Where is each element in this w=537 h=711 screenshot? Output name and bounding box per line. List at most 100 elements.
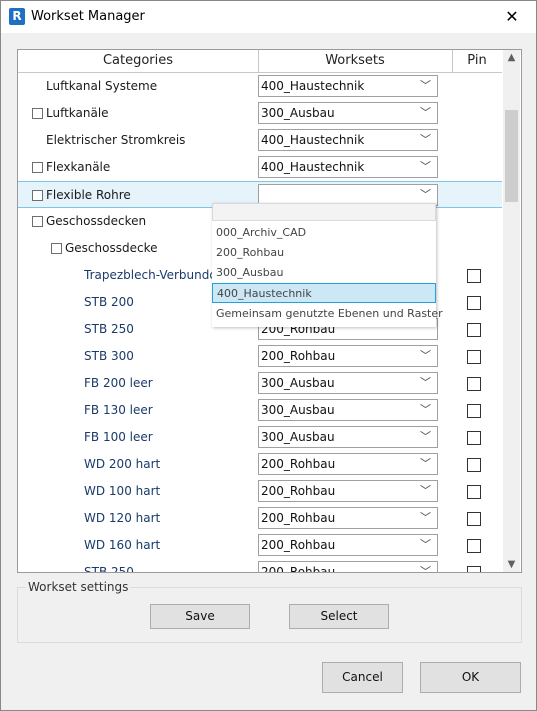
- workset-settings-title: Workset settings: [26, 580, 131, 594]
- table-row[interactable]: FB 130 leer 300_Ausbau ﹀: [18, 397, 502, 424]
- workset-value: 300_Ausbau: [261, 106, 335, 120]
- header-worksets[interactable]: Worksets: [258, 50, 453, 72]
- close-icon[interactable]: ✕: [498, 5, 526, 29]
- workset-value: 300_Ausbau: [261, 403, 335, 417]
- chevron-down-icon[interactable]: ﹀: [420, 563, 431, 572]
- pin-checkbox[interactable]: [467, 404, 481, 418]
- table-row[interactable]: STB 300 200_Rohbau ﹀: [18, 343, 502, 370]
- category-label: Elektrischer Stromkreis: [46, 133, 186, 147]
- workset-combo[interactable]: 400_Haustechnik ﹀: [258, 75, 438, 97]
- header-categories[interactable]: Categories: [18, 50, 259, 72]
- category-label: WD 120 hart: [84, 511, 161, 525]
- chevron-down-icon[interactable]: ﹀: [420, 131, 431, 147]
- table-row[interactable]: WD 160 hart 200_Rohbau ﹀: [18, 532, 502, 559]
- chevron-down-icon[interactable]: ﹀: [420, 428, 431, 444]
- category-label: STB 250: [84, 565, 134, 573]
- pin-checkbox[interactable]: [467, 539, 481, 553]
- workset-combo[interactable]: 200_Rohbau ﹀: [258, 534, 438, 556]
- expand-checkbox[interactable]: [32, 190, 43, 201]
- table-row[interactable]: WD 100 hart 200_Rohbau ﹀: [18, 478, 502, 505]
- workset-combo[interactable]: 200_Rohbau ﹀: [258, 507, 438, 529]
- cancel-button[interactable]: Cancel: [322, 662, 403, 693]
- pin-checkbox[interactable]: [467, 485, 481, 499]
- chevron-down-icon[interactable]: ﹀: [420, 186, 431, 202]
- table-row[interactable]: Luftkanal Systeme 400_Haustechnik ﹀: [18, 73, 502, 100]
- window-title: Workset Manager: [31, 9, 145, 24]
- pin-checkbox[interactable]: [467, 431, 481, 445]
- chevron-down-icon[interactable]: ﹀: [420, 509, 431, 525]
- category-label: STB 300: [84, 349, 134, 363]
- dropdown-edit-area[interactable]: [212, 203, 436, 221]
- workset-value: 400_Haustechnik: [261, 160, 365, 174]
- expand-checkbox[interactable]: [32, 162, 43, 173]
- header-pin[interactable]: Pin: [452, 50, 502, 72]
- table-row[interactable]: FB 200 leer 300_Ausbau ﹀: [18, 370, 502, 397]
- workset-value: 400_Haustechnik: [261, 79, 365, 93]
- pin-checkbox[interactable]: [467, 566, 481, 572]
- table-row[interactable]: WD 200 hart 200_Rohbau ﹀: [18, 451, 502, 478]
- grid-header: Categories Worksets Pin: [18, 50, 502, 73]
- workset-combo[interactable]: 400_Haustechnik ﹀: [258, 156, 438, 178]
- chevron-down-icon[interactable]: ﹀: [420, 536, 431, 552]
- workset-manager-window: R Workset Manager ✕ Categories Worksets …: [0, 0, 537, 711]
- dropdown-option-highlighted[interactable]: 400_Haustechnik: [212, 283, 436, 303]
- workset-combo[interactable]: 300_Ausbau ﹀: [258, 399, 438, 421]
- category-label: WD 100 hart: [84, 484, 161, 498]
- workset-combo[interactable]: 200_Rohbau ﹀: [258, 453, 438, 475]
- table-row[interactable]: Elektrischer Stromkreis 400_Haustechnik ﹀: [18, 127, 502, 154]
- chevron-down-icon[interactable]: ﹀: [420, 158, 431, 174]
- workset-combo[interactable]: 300_Ausbau ﹀: [258, 372, 438, 394]
- pin-checkbox[interactable]: [467, 512, 481, 526]
- chevron-down-icon[interactable]: ﹀: [420, 347, 431, 363]
- pin-checkbox[interactable]: [467, 269, 481, 283]
- pin-checkbox[interactable]: [467, 377, 481, 391]
- expand-checkbox[interactable]: [32, 108, 43, 119]
- dropdown-option[interactable]: 200_Rohbau: [212, 243, 436, 263]
- dropdown-option[interactable]: 000_Archiv_CAD: [212, 223, 436, 243]
- ok-button[interactable]: OK: [420, 662, 521, 693]
- expand-checkbox[interactable]: [32, 216, 43, 227]
- chevron-down-icon[interactable]: ﹀: [420, 374, 431, 390]
- workset-combo[interactable]: 200_Rohbau ﹀: [258, 345, 438, 367]
- table-row[interactable]: FB 100 leer 300_Ausbau ﹀: [18, 424, 502, 451]
- workset-combo[interactable]: 200_Rohbau ﹀: [258, 480, 438, 502]
- dropdown-option[interactable]: Gemeinsam genutzte Ebenen und Raster: [212, 304, 443, 324]
- table-row[interactable]: Luftkanäle 300_Ausbau ﹀: [18, 100, 502, 127]
- scroll-down-icon[interactable]: ▼: [503, 559, 520, 570]
- chevron-down-icon[interactable]: ﹀: [420, 455, 431, 471]
- workset-combo[interactable]: 300_Ausbau ﹀: [258, 102, 438, 124]
- category-label: FB 130 leer: [84, 403, 153, 417]
- category-label: Flexible Rohre: [46, 188, 131, 202]
- category-label: Geschossdecke: [65, 241, 158, 255]
- pin-checkbox[interactable]: [467, 323, 481, 337]
- category-label: FB 100 leer: [84, 430, 153, 444]
- workset-value: 200_Rohbau: [261, 538, 336, 552]
- category-label: WD 200 hart: [84, 457, 161, 471]
- category-label: FB 200 leer: [84, 376, 153, 390]
- revit-app-icon: R: [9, 8, 25, 25]
- workset-dropdown-list: 000_Archiv_CAD 200_Rohbau 300_Ausbau 400…: [212, 203, 443, 327]
- chevron-down-icon[interactable]: ﹀: [420, 104, 431, 120]
- select-button[interactable]: Select: [289, 604, 389, 629]
- pin-checkbox[interactable]: [467, 350, 481, 364]
- pin-checkbox[interactable]: [467, 296, 481, 310]
- table-row[interactable]: WD 120 hart 200_Rohbau ﹀: [18, 505, 502, 532]
- scroll-up-icon[interactable]: ▲: [503, 52, 520, 63]
- category-label: Geschossdecken: [46, 214, 147, 228]
- expand-checkbox[interactable]: [51, 243, 62, 254]
- save-button[interactable]: Save: [150, 604, 250, 629]
- table-row[interactable]: Flexkanäle 400_Haustechnik ﹀: [18, 154, 502, 181]
- workset-value: 300_Ausbau: [261, 376, 335, 390]
- category-label: Flexkanäle: [46, 160, 111, 174]
- workset-combo[interactable]: 300_Ausbau ﹀: [258, 426, 438, 448]
- chevron-down-icon[interactable]: ﹀: [420, 401, 431, 417]
- dropdown-option[interactable]: 300_Ausbau: [212, 263, 436, 283]
- chevron-down-icon[interactable]: ﹀: [420, 77, 431, 93]
- scrollbar-thumb[interactable]: [505, 110, 518, 202]
- table-row[interactable]: STB 250 200_Rohbau ﹀: [18, 559, 502, 573]
- vertical-scrollbar[interactable]: ▲ ▼: [503, 50, 520, 572]
- chevron-down-icon[interactable]: ﹀: [420, 482, 431, 498]
- pin-checkbox[interactable]: [467, 458, 481, 472]
- workset-combo[interactable]: 200_Rohbau ﹀: [258, 561, 438, 572]
- workset-combo[interactable]: 400_Haustechnik ﹀: [258, 129, 438, 151]
